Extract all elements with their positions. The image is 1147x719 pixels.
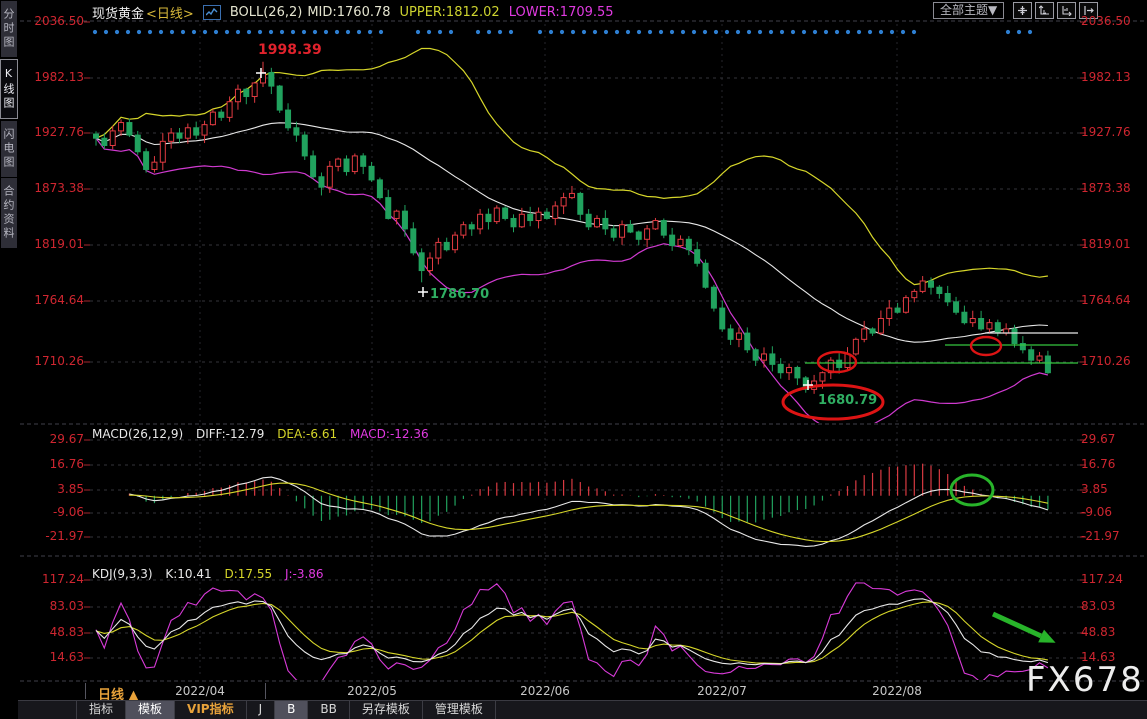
crosshair-pan-icon[interactable] (1013, 2, 1032, 19)
kdj-indicator-panel (96, 583, 1048, 686)
axis-label: 1873.38 (1079, 181, 1145, 195)
axis-label: 1710.26 (1079, 354, 1145, 368)
red-highlight-ellipse (971, 337, 1001, 355)
chart-header: 现货黄金 <日线> BOLL(26,2) MID:1760.78 UPPER:1… (92, 3, 614, 22)
kdj-j-value: J:-3.86 (285, 567, 324, 581)
x-axis-month-label: 2022/06 (510, 684, 580, 698)
axis-label: -9.06 (20, 505, 84, 519)
boll-lower-value: LOWER:1709.55 (509, 5, 614, 20)
axis-label: 2036.50 (20, 14, 84, 28)
main-candlestick-chart (94, 49, 1051, 433)
axis-label: 1710.26 (20, 354, 84, 368)
boll-mid-value: MID:1760.78 (307, 5, 390, 20)
sidebar-item-1[interactable]: 分时图 (1, 1, 17, 57)
axis-label: 14.63 (1079, 650, 1145, 664)
macd-value: MACD:-12.36 (350, 427, 429, 441)
grid-layer (20, 21, 1147, 681)
axis-label: 1873.38 (20, 181, 84, 195)
macd-diff-value: DIFF:-12.79 (196, 427, 264, 441)
x-axis-zoom-icon[interactable] (1057, 2, 1076, 19)
boll-upper-value: UPPER:1812.02 (400, 5, 500, 20)
axis-label: 48.83 (1079, 625, 1145, 639)
toolbar-tab-5[interactable]: B (275, 701, 308, 719)
bottom-toolbar: 指标模板VIP指标JBBB另存模板管理模板 (18, 700, 1147, 719)
axis-label: 117.24 (1079, 572, 1145, 586)
axis-label: -9.06 (1079, 505, 1145, 519)
toolbar-tab-3[interactable]: VIP指标 (175, 701, 247, 719)
sidebar-item-3[interactable]: 闪电图 (1, 121, 17, 177)
dip-price-annotation: 1786.70 (430, 287, 489, 302)
timeline-separator (85, 683, 86, 699)
axis-label: -21.97 (20, 529, 84, 543)
axis-label: 1819.01 (1079, 237, 1145, 251)
fx678-watermark: FX678 (1026, 660, 1144, 700)
trading-chart-app: 分时图 K线图闪电图合约资料 现货黄金 <日线> BOLL(26,2) MID:1… (0, 0, 1147, 718)
axis-label: 16.76 (20, 457, 84, 471)
toolbar-tab-8[interactable]: 管理模板 (423, 701, 496, 719)
axis-label: 1982.13 (20, 70, 84, 84)
x-axis-month-label: 2022/05 (337, 684, 407, 698)
sidebar-item-2[interactable]: K线图 (0, 59, 18, 119)
kdj-title: KDJ(9,3,3) (92, 567, 153, 581)
axis-label: 29.67 (20, 432, 84, 446)
axis-label: 1982.13 (1079, 70, 1145, 84)
macd-panel-header: MACD(26,12,9) DIFF:-12.79 DEA:-6.61 MACD… (92, 427, 438, 441)
axis-label: 48.83 (20, 625, 84, 639)
timeline-separator (265, 683, 266, 699)
toolbar-tab-2[interactable]: 模板 (126, 701, 175, 719)
axis-label: 1764.64 (20, 293, 84, 307)
axis-label: 3.85 (1079, 482, 1145, 496)
boll-indicator-label: BOLL(26,2) (230, 5, 303, 20)
axis-label: 14.63 (20, 650, 84, 664)
macd-dea-value: DEA:-6.61 (277, 427, 337, 441)
axis-label: 1927.76 (1079, 125, 1145, 139)
toolbar-tab-6[interactable]: BB (308, 701, 349, 719)
macd-title: MACD(26,12,9) (92, 427, 183, 441)
kdj-panel-header: KDJ(9,3,3) K:10.41 D:17.55 J:-3.86 (92, 567, 333, 581)
candlestick-chart-icon[interactable] (203, 5, 221, 20)
sidebar-item-4[interactable]: 合约资料 (1, 178, 17, 248)
symbol-name: 现货黄金 (92, 3, 144, 22)
toolbar-spacer (18, 701, 77, 719)
axis-label: 16.76 (1079, 457, 1145, 471)
axis-label: 83.03 (20, 599, 84, 613)
axis-label: -21.97 (1079, 529, 1145, 543)
axis-label: 1927.76 (20, 125, 84, 139)
axis-label: 2036.50 (1079, 14, 1145, 28)
axis-label: 1819.01 (20, 237, 84, 251)
theme-dropdown[interactable]: 全部主题▼ (933, 2, 1004, 19)
axis-label: 3.85 (20, 482, 84, 496)
period-label: <日线> (146, 3, 194, 22)
axis-label: 1764.64 (1079, 293, 1145, 307)
peak-price-annotation: 1998.39 (258, 42, 322, 58)
toolbar-tab-7[interactable]: 另存模板 (350, 701, 423, 719)
macd-indicator-panel (129, 464, 1048, 547)
y-axis-zoom-icon[interactable] (1035, 2, 1054, 19)
axis-label: 83.03 (1079, 599, 1145, 613)
chart-canvas (0, 0, 1147, 718)
price-point-marker (418, 287, 428, 297)
sidebar-chart-types: 分时图 K线图闪电图合约资料 (0, 0, 18, 700)
axis-label: 29.67 (1079, 432, 1145, 446)
axis-label: 117.24 (20, 572, 84, 586)
x-axis-month-label: 2022/07 (687, 684, 757, 698)
toolbar-tab-4[interactable]: J (247, 701, 276, 719)
kdj-k-value: K:10.41 (165, 567, 211, 581)
x-axis-month-label: 2022/04 (165, 684, 235, 698)
low-price-annotation: 1680.79 (818, 393, 877, 408)
kdj-d-value: D:17.55 (224, 567, 272, 581)
x-axis-month-label: 2022/08 (862, 684, 932, 698)
toolbar-tab-1[interactable]: 指标 (77, 701, 126, 719)
